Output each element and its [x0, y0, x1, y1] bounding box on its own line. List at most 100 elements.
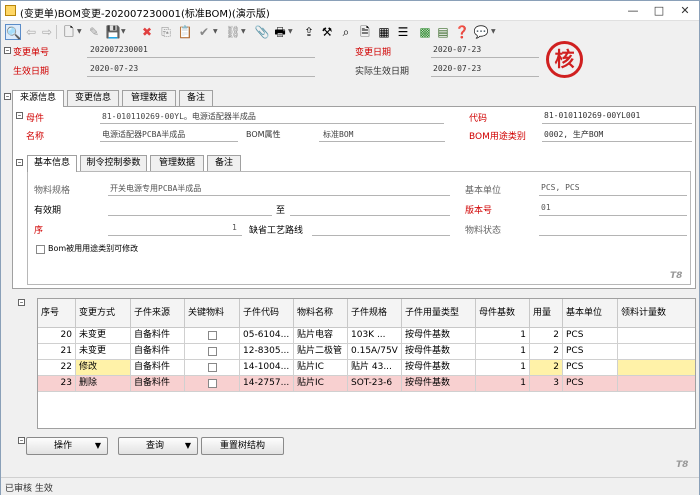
tab-inner-management[interactable]: 管理数据: [150, 155, 204, 171]
actual-effective-value[interactable]: 2020-07-23: [433, 64, 481, 73]
chevron-down-icon[interactable]: ▼: [491, 25, 498, 39]
cell-source[interactable]: 自备料件: [131, 344, 185, 360]
collapse-toggle[interactable]: –: [4, 93, 11, 100]
tools-icon[interactable]: ⚒: [319, 24, 335, 40]
col-header-name[interactable]: 物料名称: [294, 299, 348, 328]
validity-to-field[interactable]: [290, 215, 450, 216]
export-icon[interactable]: ⇪: [301, 24, 317, 40]
print-icon[interactable]: 🖶: [272, 24, 288, 40]
cell-mode[interactable]: 修改: [76, 360, 131, 376]
col-header-spec[interactable]: 子件规格: [348, 299, 402, 328]
cell-issue[interactable]: [618, 328, 695, 344]
unit-value[interactable]: PCS, PCS: [541, 183, 580, 192]
cell-qty[interactable]: 2: [530, 344, 563, 360]
chevron-down-icon[interactable]: ▼: [121, 25, 128, 39]
edit-icon[interactable]: ✎: [86, 24, 102, 40]
cell-qty[interactable]: 2: [530, 360, 563, 376]
document-icon[interactable]: 🗎: [357, 24, 373, 40]
chevron-down-icon[interactable]: ▼: [77, 25, 84, 39]
table-row[interactable]: 20 未变更 自备料件 05-6104... 贴片电容 103K ... 按母件…: [38, 328, 695, 344]
save-icon[interactable]: 💾: [105, 24, 121, 40]
col-header-mode[interactable]: 变更方式: [76, 299, 131, 328]
find-icon[interactable]: ⌕: [338, 24, 354, 40]
cell-type[interactable]: 按母件基数: [402, 376, 476, 392]
key-material-checkbox[interactable]: [208, 331, 217, 340]
collapse-toggle[interactable]: –: [18, 437, 25, 444]
col-header-seq[interactable]: 序号: [38, 299, 76, 328]
key-material-checkbox[interactable]: [208, 363, 217, 372]
minimize-button[interactable]: —: [621, 3, 645, 19]
table-row[interactable]: 21 未变更 自备料件 12-8305... 贴片二极管 0.15A/75V 按…: [38, 344, 695, 360]
change-date-value[interactable]: 2020-07-23: [433, 45, 481, 54]
tab-remarks[interactable]: 备注: [179, 90, 213, 106]
table-row-deleted[interactable]: 23 删除 自备料件 14-2757... 贴片IC SOT-23-6 按母件基…: [38, 376, 695, 392]
cell-base[interactable]: 1: [476, 344, 530, 360]
col-header-key[interactable]: 关键物料: [185, 299, 240, 328]
query-button[interactable]: 查询 ▼: [118, 437, 198, 455]
collapse-toggle[interactable]: –: [16, 159, 23, 166]
col-header-unit[interactable]: 基本单位: [563, 299, 618, 328]
key-material-checkbox[interactable]: [208, 347, 217, 356]
approve-icon[interactable]: ✔: [196, 24, 212, 40]
cell-source[interactable]: 自备料件: [131, 328, 185, 344]
tab-change-info[interactable]: 变更信息: [67, 90, 119, 106]
cell-code[interactable]: 14-1004...: [240, 360, 294, 376]
validity-from-field[interactable]: [108, 215, 272, 216]
tab-order-control[interactable]: 制令控制参数: [80, 155, 147, 171]
cell-issue[interactable]: [618, 360, 695, 376]
version-value[interactable]: 01: [541, 203, 551, 212]
help-icon[interactable]: ❓: [454, 24, 470, 40]
cell-type[interactable]: 按母件基数: [402, 360, 476, 376]
allow-modify-checkbox[interactable]: [36, 245, 45, 254]
delete-icon[interactable]: ✖: [139, 24, 155, 40]
collapse-toggle[interactable]: –: [16, 112, 23, 119]
chevron-down-icon[interactable]: ▼: [288, 25, 295, 39]
new-document-icon[interactable]: 🗋: [61, 24, 77, 40]
preview-icon[interactable]: 🔍: [5, 24, 21, 40]
tab-inner-remarks[interactable]: 备注: [207, 155, 241, 171]
parent-value[interactable]: 81-010110269-00YL。电源适配器半成品: [102, 111, 256, 122]
cell-source[interactable]: 自备料件: [131, 360, 185, 376]
tab-basic-info[interactable]: 基本信息: [27, 155, 77, 172]
calculator-icon[interactable]: ▩: [417, 24, 433, 40]
collapse-toggle[interactable]: –: [4, 47, 11, 54]
table-row-modified[interactable]: 22 修改 自备料件 14-1004... 贴片IC 贴片 43... 按母件基…: [38, 360, 695, 376]
forward-icon[interactable]: ⇨: [39, 24, 55, 40]
key-material-checkbox[interactable]: [208, 379, 217, 388]
cell-code[interactable]: 12-8305...: [240, 344, 294, 360]
operate-button[interactable]: 操作 ▼: [26, 437, 108, 455]
col-header-qty[interactable]: 用量: [530, 299, 563, 328]
attachment-icon[interactable]: 📎: [254, 24, 270, 40]
col-header-source[interactable]: 子件来源: [131, 299, 185, 328]
bom-usage-value[interactable]: 0002, 生产BOM: [544, 129, 603, 140]
cell-base[interactable]: 1: [476, 360, 530, 376]
rebuild-tree-button[interactable]: 重置树结构: [201, 437, 284, 455]
cell-type[interactable]: 按母件基数: [402, 328, 476, 344]
paste-icon[interactable]: 📋: [177, 24, 193, 40]
chevron-down-icon[interactable]: ▼: [241, 25, 248, 39]
list-icon[interactable]: ☰: [395, 24, 411, 40]
cell-type[interactable]: 按母件基数: [402, 344, 476, 360]
grid-icon[interactable]: ▦: [376, 24, 392, 40]
seq-value[interactable]: 1: [232, 223, 237, 232]
close-button[interactable]: ✕: [673, 3, 697, 19]
tab-source-info[interactable]: 来源信息: [12, 90, 64, 107]
cell-issue[interactable]: [618, 376, 695, 392]
spec-value[interactable]: 开关电源专用PCBA半成品: [110, 183, 201, 194]
col-header-issue[interactable]: 领料计量数: [618, 299, 695, 328]
name-value[interactable]: 电源适配器PCBA半成品: [102, 129, 185, 140]
cell-mode[interactable]: 删除: [76, 376, 131, 392]
cell-issue[interactable]: [618, 344, 695, 360]
copy-icon[interactable]: ⎘: [158, 24, 174, 40]
cell-qty[interactable]: 2: [530, 328, 563, 344]
route-field[interactable]: [312, 235, 450, 236]
code-value[interactable]: 81-010110269-00YL001: [544, 111, 640, 120]
bom-attr-value[interactable]: 标准BOM: [323, 129, 353, 140]
cell-mode[interactable]: 未变更: [76, 328, 131, 344]
link-icon[interactable]: ⛓: [225, 24, 241, 40]
cell-base[interactable]: 1: [476, 376, 530, 392]
cell-mode[interactable]: 未变更: [76, 344, 131, 360]
cell-source[interactable]: 自备料件: [131, 376, 185, 392]
message-icon[interactable]: 💬: [473, 24, 489, 40]
cell-code[interactable]: 05-6104...: [240, 328, 294, 344]
